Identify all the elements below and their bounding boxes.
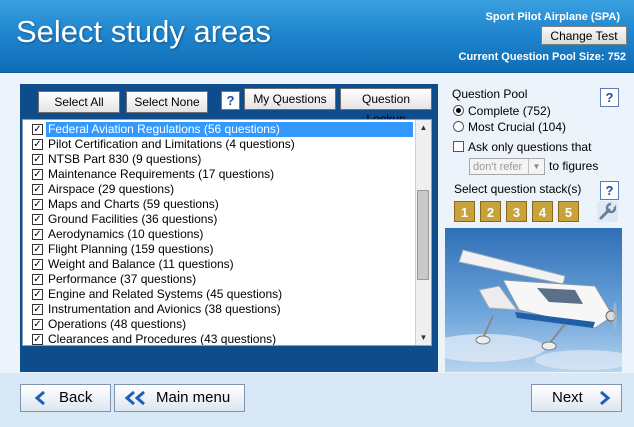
study-area-label: Clearances and Procedures (43 questions) (48, 332, 277, 346)
study-area-checkbox[interactable]: ✓ (32, 184, 43, 195)
study-area-checkbox[interactable]: ✓ (32, 274, 43, 285)
change-test-button[interactable]: Change Test (541, 26, 627, 45)
list-item[interactable]: ✓ NTSB Part 830 (9 questions) (23, 152, 418, 167)
study-area-checkbox[interactable]: ✓ (32, 229, 43, 240)
list-item[interactable]: ✓ Engine and Related Systems (45 question… (23, 287, 418, 302)
study-area-label: Maps and Charts (59 questions) (48, 197, 219, 211)
chevron-left-icon (34, 391, 45, 405)
scroll-thumb[interactable] (417, 190, 429, 280)
study-area-label: Flight Planning (159 questions) (48, 242, 214, 256)
stack-button-1[interactable]: 1 (454, 201, 475, 222)
list-item[interactable]: ✓ Aerodynamics (10 questions) (23, 227, 418, 242)
question-lookup-button[interactable]: Question Lookup (340, 88, 432, 126)
study-area-checkbox[interactable]: ✓ (32, 304, 43, 315)
list-item[interactable]: ✓ Pilot Certification and Limitations (4 … (23, 137, 418, 152)
page-title: Select study areas (16, 14, 272, 49)
study-area-label: Engine and Related Systems (45 questions… (48, 287, 283, 301)
study-area-label: Performance (37 questions) (48, 272, 197, 286)
back-label: Back (59, 389, 93, 406)
pool-size-label: Current Question Pool Size: 752 (458, 51, 626, 63)
list-item[interactable]: ✓ Ground Facilities (36 questions) (23, 212, 418, 227)
my-questions-button[interactable]: My Questions (244, 88, 336, 110)
list-item[interactable]: ✓ Clearances and Procedures (43 questions… (23, 332, 418, 346)
study-area-label: Operations (48 questions) (48, 317, 187, 331)
airplane-photo (445, 228, 622, 372)
most-crucial-label: Most Crucial (104) (468, 120, 567, 134)
study-area-label: NTSB Part 830 (9 questions) (48, 152, 202, 166)
study-area-checkbox[interactable]: ✓ (32, 199, 43, 210)
header-bar: Select study areas Sport Pilot Airplane … (0, 0, 634, 73)
next-label: Next (552, 389, 583, 406)
list-item[interactable]: ✓ Maps and Charts (59 questions) (23, 197, 418, 212)
study-area-checkbox[interactable]: ✓ (32, 259, 43, 270)
list-item[interactable]: ✓ Weight and Balance (11 questions) (23, 257, 418, 272)
question-mark-icon[interactable]: ? (600, 181, 619, 200)
main-menu-label: Main menu (156, 389, 231, 406)
study-area-checkbox[interactable]: ✓ (32, 124, 43, 135)
select-all-button[interactable]: Select All (38, 91, 120, 113)
study-area-checkbox[interactable]: ✓ (32, 139, 43, 150)
back-button[interactable]: Back (20, 384, 111, 412)
scroll-up-icon[interactable]: ▲ (416, 120, 431, 135)
chevron-down-icon: ▼ (528, 159, 544, 174)
scroll-down-icon[interactable]: ▼ (416, 330, 431, 345)
chevron-right-icon (600, 391, 611, 405)
stack-button-4[interactable]: 4 (532, 201, 553, 222)
study-area-checkbox[interactable]: ✓ (32, 334, 43, 345)
study-area-label: Maintenance Requirements (17 questions) (48, 167, 275, 181)
select-none-button[interactable]: Select None (126, 91, 208, 113)
study-area-checkbox[interactable]: ✓ (32, 289, 43, 300)
question-pool-heading: Question Pool (452, 87, 528, 101)
list-item[interactable]: ✓ Operations (48 questions) (23, 317, 418, 332)
study-area-checkbox[interactable]: ✓ (32, 319, 43, 330)
most-crucial-radio[interactable] (453, 121, 464, 132)
to-figures-label: to figures (549, 159, 599, 173)
study-area-label: Instrumentation and Avionics (38 questio… (48, 302, 281, 316)
stack-button-5[interactable]: 5 (558, 201, 579, 222)
study-area-label: Pilot Certification and Limitations (4 q… (48, 137, 295, 151)
study-area-list[interactable]: ✓ Federal Aviation Regulations (56 questi… (22, 119, 432, 346)
study-area-checkbox[interactable]: ✓ (32, 214, 43, 225)
study-area-label: Ground Facilities (36 questions) (48, 212, 218, 226)
refer-select-value: don't refer (473, 161, 523, 173)
list-item[interactable]: ✓ Instrumentation and Avionics (38 questi… (23, 302, 418, 317)
question-mark-icon[interactable]: ? (600, 88, 619, 107)
wrench-icon[interactable] (597, 201, 618, 222)
stack-button-2[interactable]: 2 (480, 201, 501, 222)
study-area-label: Federal Aviation Regulations (56 questio… (46, 122, 413, 137)
list-item[interactable]: ✓ Flight Planning (159 questions) (23, 242, 418, 257)
list-item[interactable]: ✓ Federal Aviation Regulations (56 questi… (23, 122, 418, 137)
complete-radio[interactable] (453, 105, 464, 116)
study-area-checkbox[interactable]: ✓ (32, 154, 43, 165)
main-menu-button[interactable]: Main menu (114, 384, 245, 412)
study-area-label: Weight and Balance (11 questions) (48, 257, 234, 271)
list-item[interactable]: ✓ Performance (37 questions) (23, 272, 418, 287)
question-mark-icon[interactable]: ? (221, 91, 240, 110)
study-area-checkbox[interactable]: ✓ (32, 169, 43, 180)
test-name: Sport Pilot Airplane (SPA) (485, 11, 620, 23)
list-scrollbar[interactable]: ▲ ▼ (415, 120, 431, 345)
list-item[interactable]: ✓ Airspace (29 questions) (23, 182, 418, 197)
next-button[interactable]: Next (531, 384, 622, 412)
study-area-label: Airspace (29 questions) (48, 182, 175, 196)
stack-heading: Select question stack(s) (454, 182, 582, 196)
list-item[interactable]: ✓ Maintenance Requirements (17 questions) (23, 167, 418, 182)
study-area-checkbox[interactable]: ✓ (32, 244, 43, 255)
stack-button-3[interactable]: 3 (506, 201, 527, 222)
double-chevron-left-icon (124, 391, 145, 405)
ask-only-label: Ask only questions that (468, 140, 592, 154)
complete-label: Complete (752) (468, 104, 551, 118)
ask-only-checkbox[interactable] (453, 141, 464, 152)
refer-figures-select[interactable]: don't refer ▼ (469, 158, 545, 175)
study-area-label: Aerodynamics (10 questions) (48, 227, 204, 241)
